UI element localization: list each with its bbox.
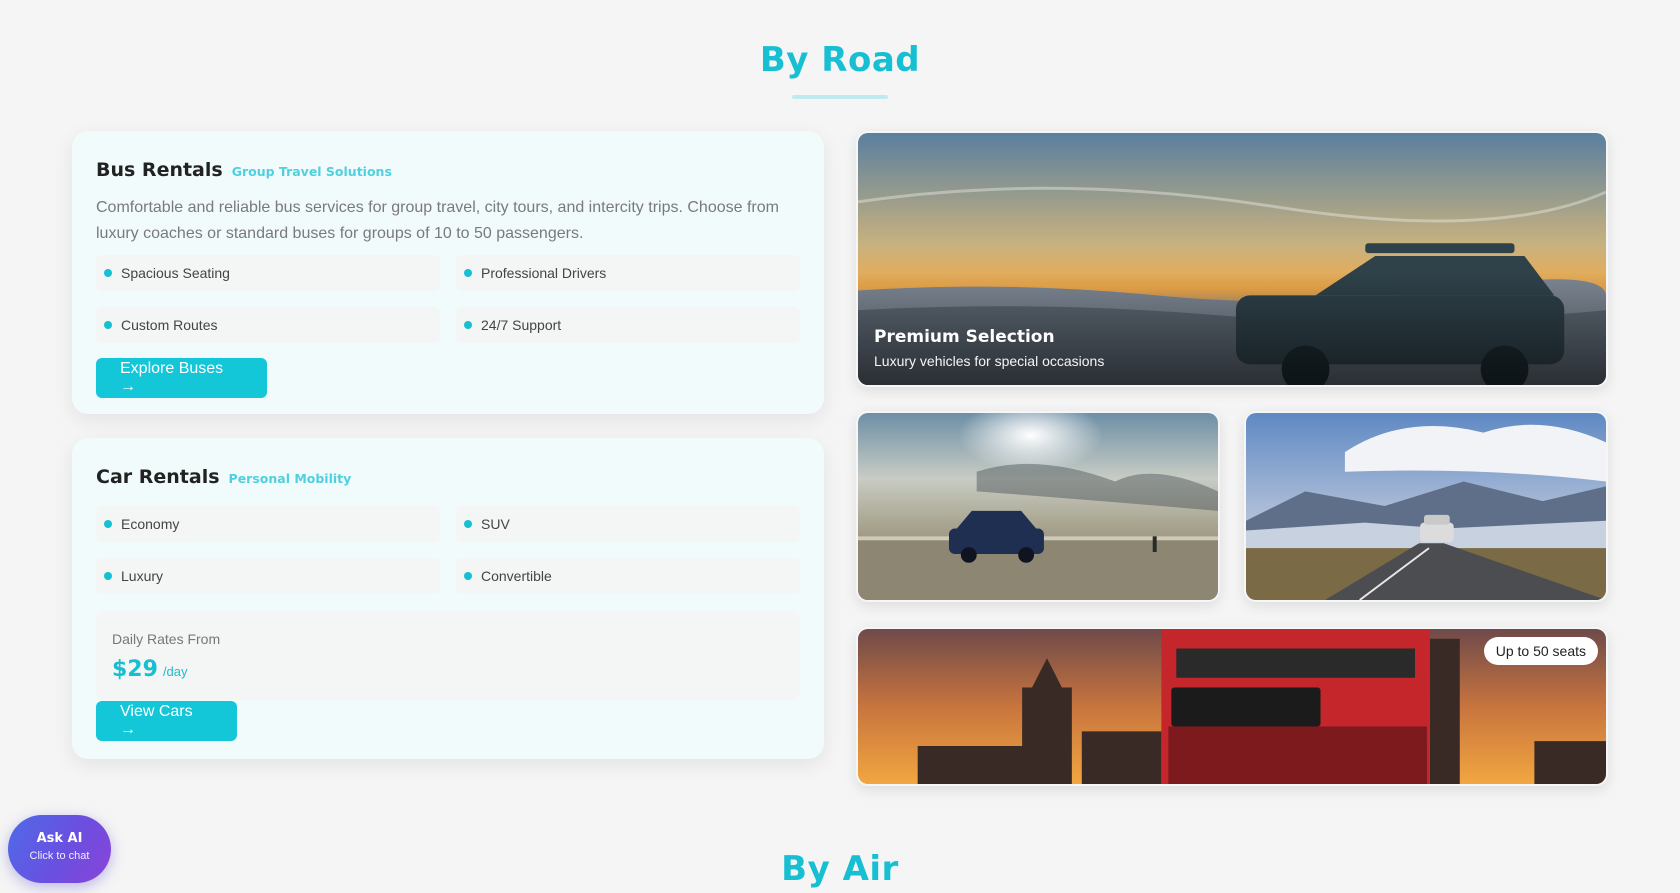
bullet-dot-icon [104,269,112,277]
feature-item: Professional Drivers [456,255,800,291]
mountain-road-image[interactable] [1244,411,1608,602]
daily-rates-label: Daily Rates From [112,631,221,647]
car-card-header: Car Rentals Personal Mobility [96,466,351,488]
bullet-dot-icon [464,321,472,329]
beach-suv-illustration [858,413,1218,600]
bullet-dot-icon [464,269,472,277]
bus-rentals-card: Bus Rentals Group Travel Solutions Comfo… [72,131,824,414]
feature-label: Custom Routes [121,317,218,333]
feature-item: SUV [456,506,800,542]
section-title-by-air: By Air [781,849,899,889]
mountain-road-illustration [1246,413,1606,600]
bullet-dot-icon [464,572,472,580]
bus-card-header: Bus Rentals Group Travel Solutions [96,159,392,181]
feature-label: SUV [481,516,510,532]
premium-selection-image[interactable]: Premium Selection Luxury vehicles for sp… [856,131,1608,387]
premium-overlay: Premium Selection Luxury vehicles for sp… [874,327,1104,369]
ask-ai-button[interactable]: Ask AI Click to chat [8,815,111,883]
feature-label: Convertible [481,568,552,584]
ask-ai-label: Ask AI [36,831,83,846]
feature-item: 24/7 Support [456,307,800,343]
feature-label: Professional Drivers [481,265,607,281]
feature-item: Convertible [456,558,800,594]
ask-ai-sublabel: Click to chat [29,850,90,862]
feature-item: Economy [96,506,440,542]
bullet-dot-icon [464,520,472,528]
car-card-title: Car Rentals [96,466,220,488]
bullet-dot-icon [104,321,112,329]
feature-item: Luxury [96,558,440,594]
bus-card-subtitle: Group Travel Solutions [231,164,392,179]
feature-item: Custom Routes [96,307,440,343]
daily-rate-amount: $29 [112,657,158,682]
daily-rates-price: $29 /day [112,657,188,682]
premium-title: Premium Selection [874,327,1055,347]
explore-buses-button[interactable]: Explore Buses → [96,358,267,398]
premium-subtitle: Luxury vehicles for special occasions [874,353,1105,369]
bus-card-description: Comfortable and reliable bus services fo… [96,199,779,242]
beach-car-image[interactable] [856,411,1220,602]
seat-capacity-badge: Up to 50 seats [1483,637,1598,665]
feature-item: Spacious Seating [96,255,440,291]
bus-card-title: Bus Rentals [96,159,223,181]
daily-rates-box: Daily Rates From $29 /day [96,611,800,700]
london-bus-image[interactable]: Up to 50 seats [856,627,1608,786]
title-underline [792,95,888,99]
feature-label: Luxury [121,568,164,584]
bullet-dot-icon [104,520,112,528]
bullet-dot-icon [104,572,112,580]
daily-rate-unit: /day [162,664,188,679]
feature-label: Economy [121,516,180,532]
car-card-subtitle: Personal Mobility [228,471,352,486]
car-rentals-card: Car Rentals Personal Mobility Economy SU… [72,438,824,759]
view-cars-button[interactable]: View Cars → [96,701,237,741]
feature-label: 24/7 Support [481,317,562,333]
section-title-by-road: By Road [759,40,921,80]
feature-label: Spacious Seating [121,265,230,281]
